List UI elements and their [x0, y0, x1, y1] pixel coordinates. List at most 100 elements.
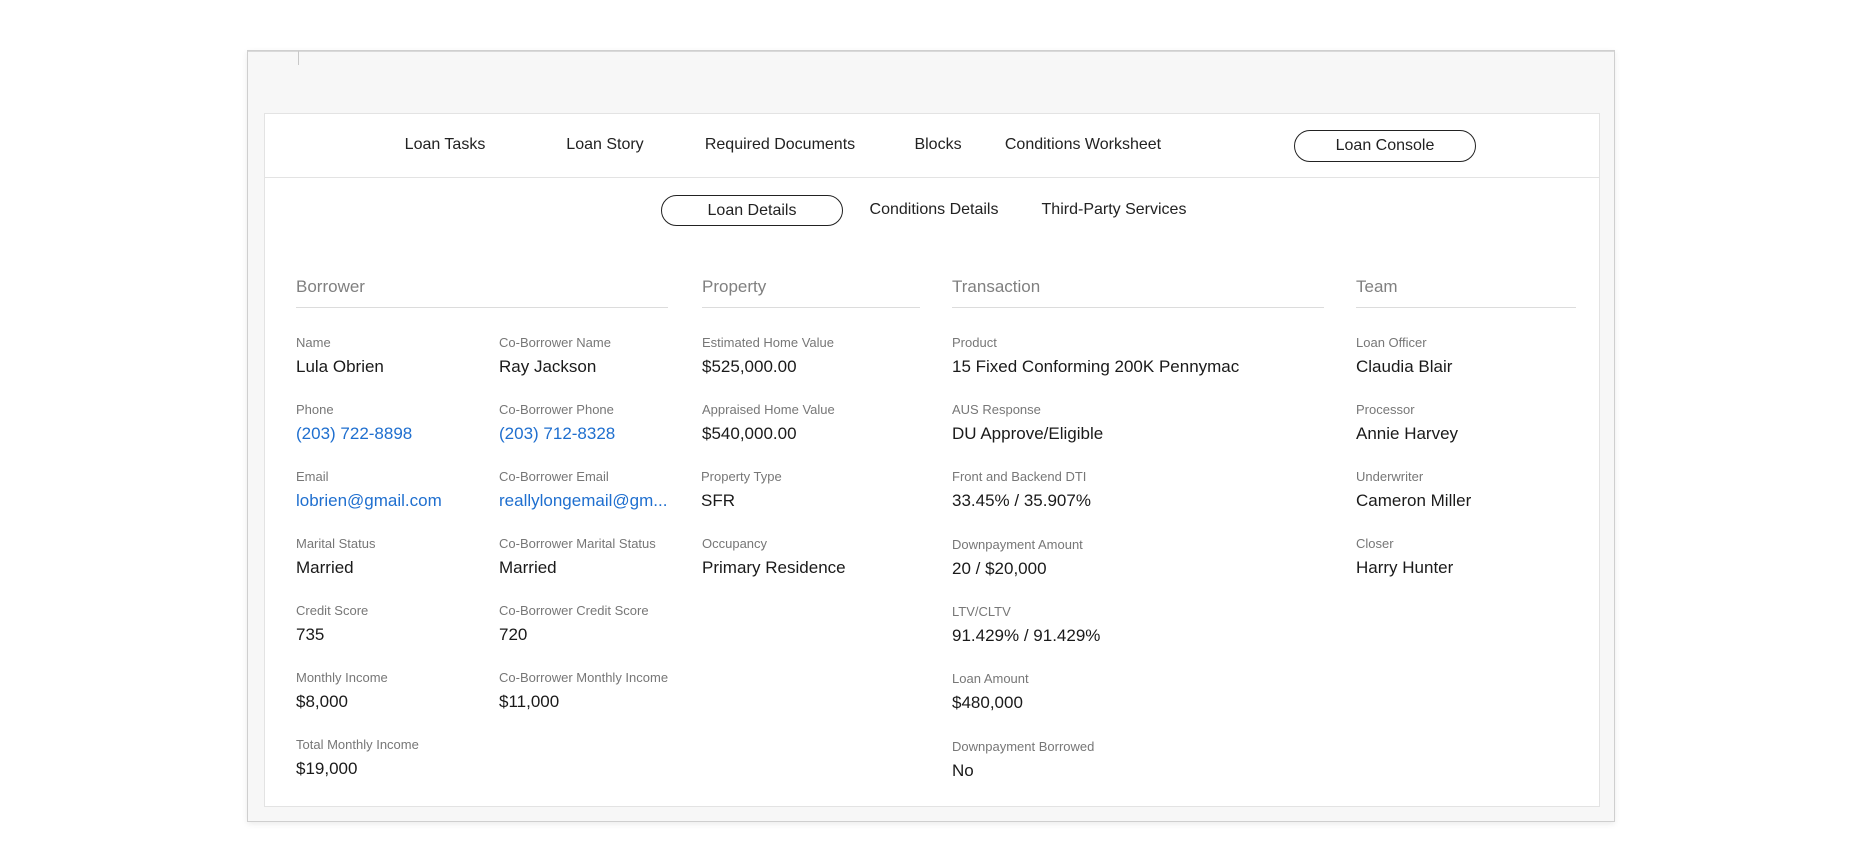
field-value: $11,000 — [499, 692, 560, 711]
field-occupancy: Occupancy Primary Residence — [702, 535, 892, 580]
section-divider-borrower — [296, 307, 668, 308]
field-co-borrower-name: Co-Borrower Name Ray Jackson — [499, 334, 674, 379]
field-value: SFR — [701, 491, 735, 510]
field-value: DU Approve/Eligible — [952, 424, 1104, 443]
field-total-monthly-income: Total Monthly Income $19,000 — [296, 736, 486, 781]
field-value: 15 Fixed Conforming 200K Pennymac — [952, 357, 1240, 376]
field-appraised-home-value: Appraised Home Value $540,000.00 — [702, 401, 892, 446]
field-value: Harry Hunter — [1356, 558, 1454, 577]
field-value: Lula Obrien — [296, 357, 384, 376]
field-label: Name — [296, 335, 331, 350]
field-value: 735 — [296, 625, 325, 644]
section-title-transaction: Transaction — [952, 277, 1041, 296]
field-value: Married — [296, 558, 354, 577]
field-loan-amount: Loan Amount $480,000 — [952, 670, 1252, 715]
field-value: Annie Harvey — [1356, 424, 1459, 443]
field-downpayment-amount: Downpayment Amount 20 / $20,000 — [952, 536, 1252, 581]
field-label: Co-Borrower Monthly Income — [499, 670, 669, 685]
field-label: Closer — [1356, 536, 1394, 551]
field-value: 33.45% / 35.907% — [952, 491, 1091, 510]
field-ltv-cltv: LTV/CLTV 91.429% / 91.429% — [952, 603, 1252, 648]
field-label: Product — [952, 335, 997, 350]
field-co-borrower-phone: Co-Borrower Phone (203) 712-8328 — [499, 401, 674, 446]
field-borrower-phone: Phone (203) 722-8898 — [296, 401, 486, 446]
field-front-backend-dti: Front and Backend DTI 33.45% / 35.907% — [952, 468, 1252, 513]
field-processor: Processor Annie Harvey — [1356, 401, 1546, 446]
field-underwriter: Underwriter Cameron Miller — [1356, 468, 1546, 513]
field-aus-response: AUS Response DU Approve/Eligible — [952, 401, 1252, 446]
borrower-phone-link[interactable]: (203) 722-8898 — [296, 422, 486, 446]
field-label: Co-Borrower Credit Score — [499, 603, 649, 618]
field-label: Occupancy — [702, 536, 768, 551]
field-label: Processor — [1356, 402, 1415, 417]
field-label: Co-Borrower Email — [499, 469, 609, 484]
field-value: Primary Residence — [702, 558, 846, 577]
field-label: Co-Borrower Phone — [499, 402, 614, 417]
field-co-borrower-credit-score: Co-Borrower Credit Score 720 — [499, 602, 674, 647]
field-value: 720 — [499, 625, 528, 644]
field-borrower-credit-score: Credit Score 735 — [296, 602, 486, 647]
field-co-borrower-email: Co-Borrower Email reallylongemail@gm... — [499, 468, 674, 513]
field-value: Married — [499, 558, 557, 577]
field-label: Front and Backend DTI — [952, 469, 1087, 484]
field-label: Loan Officer — [1356, 335, 1427, 350]
field-borrower-marital-status: Marital Status Married — [296, 535, 486, 580]
section-title-borrower: Borrower — [296, 277, 365, 296]
field-label: Downpayment Amount — [952, 537, 1083, 552]
field-value: $525,000.00 — [702, 357, 797, 376]
main-tab-bar: Loan Tasks Loan Story Required Documents… — [265, 114, 1599, 178]
window-divider-mark — [298, 51, 299, 65]
field-label: Email — [296, 469, 329, 484]
field-label: Monthly Income — [296, 670, 388, 685]
field-estimated-home-value: Estimated Home Value $525,000.00 — [702, 334, 892, 379]
subtab-loan-details[interactable]: Loan Details — [661, 195, 843, 226]
field-borrower-monthly-income: Monthly Income $8,000 — [296, 669, 486, 714]
field-label: Total Monthly Income — [296, 737, 419, 752]
field-borrower-name: Name Lula Obrien — [296, 334, 486, 379]
loan-console-card: Loan Tasks Loan Story Required Documents… — [264, 113, 1600, 807]
subtab-conditions-details[interactable]: Conditions Details — [843, 195, 1025, 226]
field-value: $8,000 — [296, 692, 348, 711]
field-label: Loan Amount — [952, 671, 1029, 686]
tab-required-documents[interactable]: Required Documents — [690, 130, 870, 162]
co-borrower-email-link[interactable]: reallylongemail@gm... — [499, 489, 674, 513]
field-label: Downpayment Borrowed — [952, 739, 1095, 754]
field-value: Ray Jackson — [499, 357, 597, 376]
section-title-property: Property — [702, 277, 767, 296]
field-label: LTV/CLTV — [952, 604, 1011, 619]
tab-loan-console[interactable]: Loan Console — [1294, 130, 1476, 162]
tab-loan-story[interactable]: Loan Story — [540, 130, 670, 162]
field-value: Claudia Blair — [1356, 357, 1453, 376]
field-closer: Closer Harry Hunter — [1356, 535, 1546, 580]
section-divider-property — [702, 307, 920, 308]
field-co-borrower-monthly-income: Co-Borrower Monthly Income $11,000 — [499, 669, 674, 714]
field-value: $19,000 — [296, 759, 358, 778]
tab-blocks[interactable]: Blocks — [883, 130, 993, 162]
field-downpayment-borrowed: Downpayment Borrowed No — [952, 738, 1252, 783]
tab-conditions-worksheet[interactable]: Conditions Worksheet — [983, 130, 1183, 162]
loan-console-window: Loan Tasks Loan Story Required Documents… — [247, 50, 1615, 822]
field-property-type: Property Type SFR — [701, 468, 891, 513]
field-value: Cameron Miller — [1356, 491, 1472, 510]
field-label: Underwriter — [1356, 469, 1424, 484]
field-label: Credit Score — [296, 603, 369, 618]
field-loan-officer: Loan Officer Claudia Blair — [1356, 334, 1546, 379]
field-value: 91.429% / 91.429% — [952, 626, 1101, 645]
window-top-border — [248, 51, 1614, 52]
subtab-third-party-services[interactable]: Third-Party Services — [1023, 195, 1205, 226]
field-label: Appraised Home Value — [702, 402, 835, 417]
field-value: $480,000 — [952, 693, 1023, 712]
field-co-borrower-marital-status: Co-Borrower Marital Status Married — [499, 535, 674, 580]
field-label: Property Type — [701, 469, 782, 484]
borrower-email-link[interactable]: lobrien@gmail.com — [296, 489, 486, 513]
tab-loan-tasks[interactable]: Loan Tasks — [385, 130, 505, 162]
field-label: Marital Status — [296, 536, 376, 551]
co-borrower-phone-link[interactable]: (203) 712-8328 — [499, 422, 674, 446]
field-label: AUS Response — [952, 402, 1041, 417]
section-title-team: Team — [1356, 277, 1398, 296]
field-label: Phone — [296, 402, 334, 417]
field-borrower-email: Email lobrien@gmail.com — [296, 468, 486, 513]
field-label: Co-Borrower Name — [499, 335, 611, 350]
field-value: 20 / $20,000 — [952, 559, 1047, 578]
field-label: Estimated Home Value — [702, 335, 834, 350]
